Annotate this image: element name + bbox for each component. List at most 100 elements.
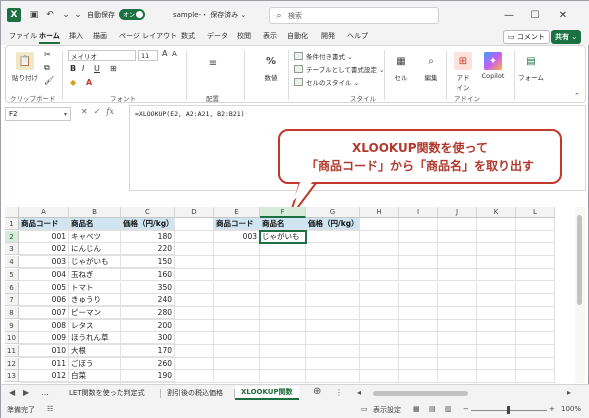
product-code-cell[interactable]: 008 [19,319,69,332]
grid-cell[interactable] [477,294,516,307]
grid-cell[interactable] [477,319,516,333]
grid-cell[interactable] [360,345,399,358]
row-header[interactable]: 1 [5,218,19,230]
scrollbar-thumb[interactable] [577,215,582,305]
grid-cell[interactable] [175,230,214,244]
grid-cell[interactable] [306,345,360,358]
grid-cell[interactable] [477,218,516,231]
sheet-tab-discount[interactable]: 割引後の税込価格 [161,386,229,400]
grid-cell[interactable] [516,268,555,282]
grid-cell[interactable] [399,243,438,257]
price-cell[interactable]: 280 [121,306,175,319]
row-header[interactable]: 5 [5,268,19,281]
row-header[interactable]: 7 [5,294,19,307]
product-name-cell[interactable]: トマト [69,281,121,294]
grid-cell[interactable] [175,218,214,231]
grid-cell[interactable] [516,294,555,307]
grid-cell[interactable] [214,345,260,358]
grid-cell[interactable] [360,281,399,295]
select-all-corner[interactable] [5,207,19,218]
grid-cell[interactable] [438,345,477,358]
grid-cell[interactable] [516,281,555,295]
grid-cell[interactable] [477,268,516,282]
product-name-cell[interactable]: にんじん [69,243,121,256]
grid-cell[interactable] [399,281,438,295]
product-name-cell[interactable]: ごぼう [69,357,121,370]
grid-cell[interactable] [260,345,306,358]
column-header[interactable]: J [438,207,477,218]
grid-cell[interactable] [399,345,438,358]
grid-cell[interactable] [260,306,306,320]
grid-cell[interactable] [360,370,399,384]
zoom-out-icon[interactable]: − [463,405,469,413]
product-name-cell[interactable]: レタス [69,319,121,332]
hscroll-right-icon[interactable]: ▸ [567,388,571,397]
product-code-cell[interactable]: 004 [19,268,69,281]
grid-cell[interactable] [360,268,399,282]
grid-cell[interactable] [306,243,360,257]
grid-cell[interactable] [516,357,555,371]
grid-cell[interactable] [399,370,438,384]
grid-cell[interactable] [516,345,555,358]
grid-cell[interactable] [477,332,516,345]
grid-cell[interactable] [516,306,555,320]
grid-cell[interactable] [175,319,214,333]
grid-cell[interactable] [399,230,438,244]
lookup-header-cell[interactable]: 商品コード [214,218,260,230]
sheet-menu-icon[interactable]: ⋮ [335,388,343,397]
price-cell[interactable]: 240 [121,294,175,307]
column-header[interactable]: B [69,207,121,218]
product-code-cell[interactable]: 002 [19,243,69,256]
page-break-view-icon[interactable]: ▥ [445,405,452,413]
row-header[interactable]: 10 [5,332,19,345]
grid-cell[interactable] [516,230,555,244]
grid-cell[interactable] [260,319,306,333]
table-header-cell[interactable]: 価格（円/kg） [121,218,175,230]
grid-cell[interactable] [214,281,260,295]
grid-cell[interactable] [438,281,477,295]
grid-cell[interactable] [214,319,260,333]
lookup-code-cell[interactable]: 003 [214,230,260,243]
hscroll-left-icon[interactable]: ◂ [357,388,361,397]
grid-cell[interactable] [477,281,516,295]
product-name-cell[interactable]: 大根 [69,345,121,357]
product-code-cell[interactable]: 007 [19,306,69,319]
grid-cell[interactable] [516,243,555,257]
page-layout-view-icon[interactable]: ▤ [429,405,436,413]
grid-cell[interactable] [175,332,214,345]
zoom-in-icon[interactable]: + [549,405,555,413]
product-name-cell[interactable]: じゃがいも [69,256,121,269]
price-cell[interactable]: 300 [121,332,175,345]
grid-cell[interactable] [477,256,516,269]
grid-cell[interactable] [438,294,477,307]
grid-cell[interactable] [260,268,306,282]
column-header[interactable]: C [121,207,175,218]
display-settings-icon[interactable]: ▭ [361,405,368,413]
row-header[interactable]: 3 [5,243,19,256]
grid-cell[interactable] [516,332,555,345]
grid-cell[interactable] [399,332,438,345]
product-name-cell[interactable]: キャベツ [69,230,121,243]
grid-cell[interactable] [214,294,260,307]
price-cell[interactable]: 200 [121,319,175,332]
product-code-cell[interactable]: 010 [19,345,69,357]
display-settings-label[interactable]: 表示設定 [373,405,401,415]
product-code-cell[interactable]: 003 [19,256,69,269]
grid-cell[interactable] [260,357,306,371]
row-header[interactable]: 4 [5,256,19,269]
grid-cell[interactable] [438,306,477,320]
grid-cell[interactable] [214,357,260,371]
grid-cell[interactable] [399,294,438,307]
grid-cell[interactable] [399,319,438,333]
horizontal-scrollbar-thumb[interactable] [373,391,468,396]
grid-cell[interactable] [260,370,306,384]
row-header[interactable]: 12 [5,357,19,370]
grid-cell[interactable] [175,281,214,295]
more-sheets-icon[interactable]: … [41,388,49,397]
price-cell[interactable]: 190 [121,370,175,383]
product-name-cell[interactable]: ほうれん草 [69,332,121,345]
grid-cell[interactable] [477,243,516,257]
column-header[interactable]: K [477,207,516,218]
grid-cell[interactable] [360,294,399,307]
column-header[interactable]: I [399,207,438,218]
